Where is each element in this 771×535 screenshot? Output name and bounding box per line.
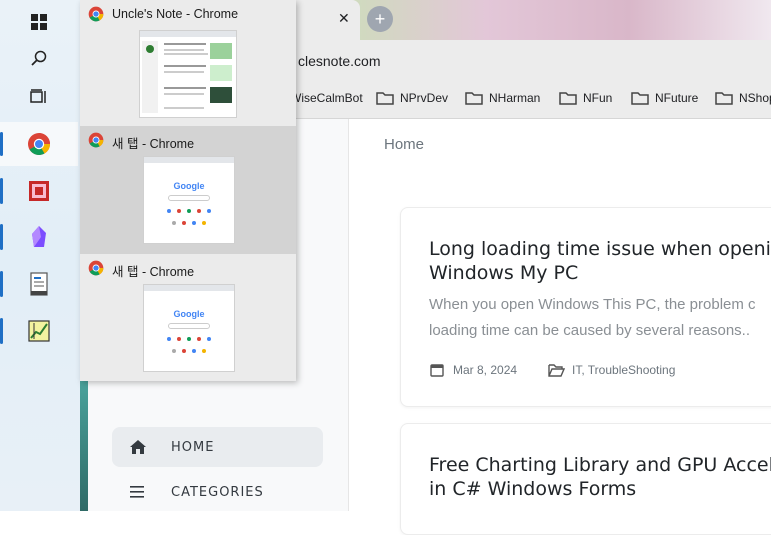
open-indicator bbox=[0, 224, 3, 250]
post-title-line2[interactable]: Windows My PC bbox=[429, 261, 578, 285]
bookmark-nprvdev[interactable]: NPrvDev bbox=[376, 91, 448, 105]
preview-shortcuts-row2 bbox=[144, 349, 234, 353]
bookmark-label: WiseCalmBot bbox=[290, 91, 363, 105]
preview-shortcuts-row2 bbox=[144, 221, 234, 225]
search-button[interactable] bbox=[0, 36, 78, 80]
folder-open-icon bbox=[548, 363, 565, 377]
taskbar-charting-app[interactable] bbox=[0, 309, 78, 353]
chrome-icon bbox=[88, 132, 104, 148]
thumbnail-uncles-note[interactable]: Uncle's Note - Chrome bbox=[80, 0, 296, 128]
obsidian-icon bbox=[32, 226, 46, 247]
task-view-icon bbox=[30, 89, 46, 103]
folder-icon bbox=[465, 92, 483, 105]
thumbnail-title: Uncle's Note - Chrome bbox=[112, 7, 239, 21]
url-text[interactable]: clesnote.com bbox=[298, 53, 380, 69]
folder-icon bbox=[559, 92, 577, 105]
post-title-line2[interactable]: in C# Windows Forms bbox=[429, 477, 636, 501]
bookmark-nharman[interactable]: NHarman bbox=[465, 91, 540, 105]
thumbnail-title: 새 탭 - Chrome bbox=[112, 265, 195, 279]
bookmark-label: NFun bbox=[583, 91, 613, 105]
nav-categories[interactable]: CATEGORIES bbox=[112, 472, 323, 512]
bookmark-label: NShop bbox=[739, 91, 771, 105]
taskbar bbox=[0, 0, 80, 511]
home-icon bbox=[129, 438, 147, 456]
post-excerpt-line2: loading time can be caused by several re… bbox=[429, 322, 751, 339]
bookmark-label: NPrvDev bbox=[400, 91, 449, 105]
notepad-icon bbox=[30, 272, 48, 296]
new-tab-button[interactable]: + bbox=[367, 6, 393, 32]
bookmark-nfun[interactable]: NFun bbox=[559, 91, 612, 105]
active-indicator bbox=[0, 132, 3, 156]
nav-home-label: HOME bbox=[171, 439, 215, 455]
thumbnail-preview: Google bbox=[143, 284, 235, 372]
open-indicator bbox=[0, 271, 3, 297]
google-logo: Google bbox=[144, 309, 234, 319]
calendar-icon bbox=[430, 364, 444, 377]
search-icon bbox=[31, 50, 47, 66]
nav-home[interactable]: HOME bbox=[112, 427, 323, 467]
folder-icon bbox=[715, 92, 733, 105]
bookmark-nfuture[interactable]: NFuture bbox=[631, 91, 698, 105]
preview-shortcuts bbox=[144, 337, 234, 341]
windows-start-icon bbox=[31, 14, 47, 30]
preview-search-box bbox=[168, 195, 210, 201]
preview-tabbar bbox=[144, 157, 234, 163]
folder-icon bbox=[376, 92, 394, 105]
taskbar-obsidian[interactable] bbox=[0, 215, 78, 259]
google-logo-text: Google bbox=[173, 309, 205, 319]
preview-shortcuts bbox=[144, 209, 234, 213]
chrome-icon bbox=[88, 260, 104, 276]
thumbnail-title: 새 탭 - Chrome bbox=[112, 137, 195, 151]
taskbar-red-app[interactable] bbox=[0, 169, 78, 213]
chrome-icon bbox=[88, 6, 104, 22]
thumbnail-preview: Google bbox=[143, 156, 235, 244]
menu-icon bbox=[129, 483, 147, 501]
post-title[interactable]: Free Charting Library and GPU Accelera bbox=[429, 453, 771, 477]
post-title[interactable]: Long loading time issue when opening bbox=[429, 237, 771, 261]
google-logo: Google bbox=[144, 181, 234, 191]
post-date: Mar 8, 2024 bbox=[430, 363, 517, 377]
bookmark-nshop[interactable]: NShop bbox=[715, 91, 771, 105]
post-categories[interactable]: IT, TroubleShooting bbox=[548, 363, 675, 377]
preview-page-sketch bbox=[142, 41, 232, 113]
app-red-icon bbox=[29, 181, 49, 201]
tab-close-icon[interactable]: ✕ bbox=[338, 10, 352, 28]
bookmark-label: NFuture bbox=[655, 91, 699, 105]
bookmark-label: NHarman bbox=[489, 91, 541, 105]
chrome-icon bbox=[28, 133, 50, 155]
sidebar-image-strip bbox=[80, 380, 88, 511]
nav-categories-label: CATEGORIES bbox=[171, 484, 264, 500]
google-logo-text: Google bbox=[173, 181, 205, 191]
task-view-button[interactable] bbox=[0, 75, 78, 119]
folder-icon bbox=[631, 92, 649, 105]
taskbar-notepad[interactable] bbox=[0, 262, 78, 306]
post-excerpt: When you open Windows This PC, the probl… bbox=[429, 296, 756, 313]
breadcrumb[interactable]: Home bbox=[384, 136, 424, 153]
preview-tabbar bbox=[144, 285, 234, 291]
thumbnail-new-tab-2[interactable]: 새 탭 - Chrome Google bbox=[80, 254, 296, 382]
thumbnail-preview bbox=[139, 30, 237, 118]
preview-search-box bbox=[168, 323, 210, 329]
bookmark-wisecalmbot[interactable]: WiseCalmBot bbox=[290, 91, 363, 105]
charting-app-icon bbox=[28, 320, 50, 342]
open-indicator bbox=[0, 318, 3, 344]
thumbnail-new-tab-1[interactable]: 새 탭 - Chrome Google bbox=[80, 126, 296, 254]
post-date-text: Mar 8, 2024 bbox=[453, 363, 518, 377]
post-categories-text[interactable]: IT, TroubleShooting bbox=[572, 363, 675, 377]
taskbar-chrome[interactable] bbox=[0, 122, 78, 166]
open-indicator bbox=[0, 178, 3, 204]
